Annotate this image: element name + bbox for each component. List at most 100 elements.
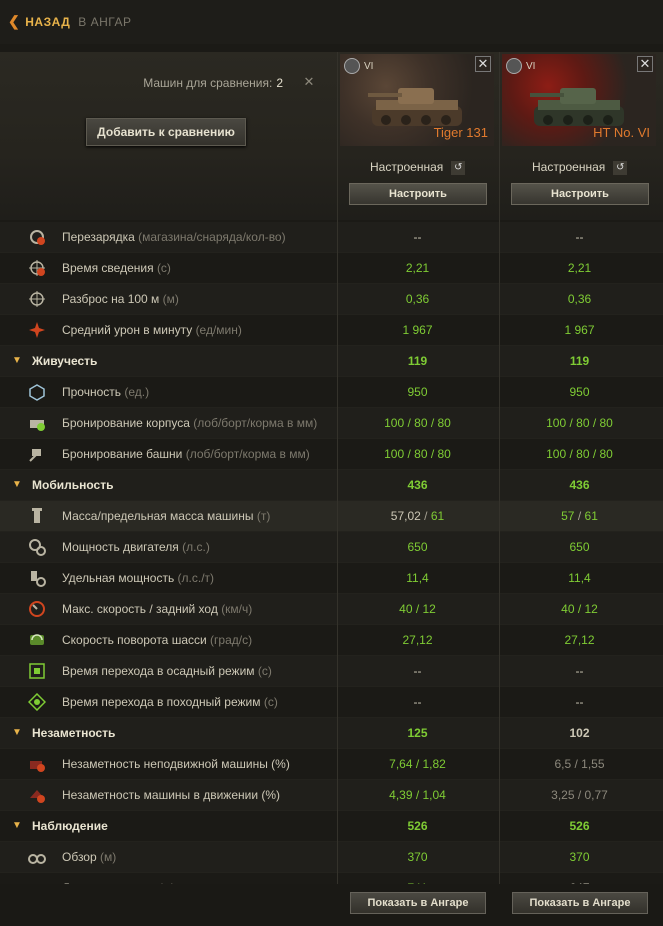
stat-row: Удельная мощность (л.с./т) 11,4 11,4	[0, 563, 663, 594]
speed-icon	[29, 601, 45, 617]
stat-name: Перезарядка	[62, 230, 135, 244]
show-in-hangar-button[interactable]: Показать в Ангаре	[512, 892, 648, 914]
stat-value-tank-1: 57,02 / 61	[390, 509, 445, 523]
stat-row: Скорость поворота шасси (град/с) 27,12 27,…	[0, 625, 663, 656]
config-state: Настроенная ↺	[532, 160, 628, 175]
compare-header: Машин для сравнения: 2 ✕ Добавить к сравн…	[0, 52, 663, 220]
stat-name: Макс. скорость / задний ход	[62, 602, 218, 616]
section-header[interactable]: ▼ Незаметность 125 102	[0, 718, 663, 749]
back-label: НАЗАД	[25, 14, 71, 29]
stat-label: Обзор (м)	[62, 850, 116, 864]
stat-label: Бронирование башни (лоб/борт/корма в мм)	[62, 447, 310, 461]
camo-still-icon	[30, 761, 45, 772]
show-in-hangar-button[interactable]: Показать в Ангаре	[350, 892, 486, 914]
aim-time-icon	[29, 260, 45, 276]
stat-label: Время сведения (с)	[62, 261, 171, 275]
tier-label: VI	[364, 60, 374, 72]
stat-unit: (ед.)	[124, 385, 150, 399]
stat-value-tank-2: 11,4	[568, 571, 591, 585]
stat-value-tank-2: --	[575, 695, 584, 709]
tank-name: HT No. VI	[593, 125, 650, 140]
tank-tier: VI	[506, 58, 535, 74]
tank-card[interactable]: VI ✕ HT No. VI	[502, 54, 656, 146]
stat-unit: (км/ч)	[221, 602, 253, 616]
reset-icon[interactable]: ↺	[613, 160, 628, 175]
reset-icon[interactable]: ↺	[451, 160, 466, 175]
stat-row: Время перехода в осадный режим (с) -- --	[0, 656, 663, 687]
siege-mode-icon	[29, 663, 45, 679]
stat-label: Мощность двигателя (л.с.)	[62, 540, 210, 554]
setup-button[interactable]: Настроить	[349, 183, 487, 205]
top-bar: ❮ НАЗАД В АНГАР	[0, 0, 663, 44]
stat-name: Время перехода в походный режим	[62, 695, 261, 709]
config-state-label: Настроенная	[532, 160, 606, 174]
section-header[interactable]: ▼ Наблюдение 526 526	[0, 811, 663, 842]
stat-unit: (ед/мин)	[195, 323, 242, 337]
stat-label: Бронирование корпуса (лоб/борт/корма в м…	[62, 416, 317, 430]
stat-name: Удельная мощность	[62, 571, 175, 585]
tank-card[interactable]: VI ✕ Tiger 131	[340, 54, 494, 146]
stat-unit: (м)	[162, 292, 179, 306]
stat-value-tank-2: 27,12	[564, 633, 595, 647]
stats-table: Перезарядка (магазина/снаряда/кол-во) -- -…	[0, 222, 663, 904]
stat-value-tank-2: 100 / 80 / 80	[546, 416, 613, 430]
section-header[interactable]: ▼ Живучесть 119 119	[0, 346, 663, 377]
add-to-compare-button[interactable]: Добавить к сравнению	[86, 118, 246, 146]
stat-unit: (лоб/борт/корма в мм)	[185, 447, 310, 461]
stat-label: Перезарядка (магазина/снаряда/кол-во)	[62, 230, 286, 244]
stat-value-tank-1: --	[413, 230, 422, 244]
stat-row: Мощность двигателя (л.с.) 650 650	[0, 532, 663, 563]
chevron-down-icon[interactable]: ▼	[12, 479, 22, 490]
stat-value-tank-2: 3,25 / 0,77	[551, 788, 608, 802]
section-title: Живучесть	[32, 354, 98, 368]
setup-button[interactable]: Настроить	[511, 183, 649, 205]
stat-row: Прочность (ед.) 950 950	[0, 377, 663, 408]
stat-label: Время перехода в походный режим (с)	[62, 695, 278, 709]
camo-move-icon	[30, 790, 45, 803]
stat-value-tank-2: 1 967	[564, 323, 595, 337]
section-title: Незаметность	[32, 726, 116, 740]
stat-value-tank-2: 119	[569, 354, 590, 368]
stat-row: Разброс на 100 м (м) 0,36 0,36	[0, 284, 663, 315]
compare-count-value: 2	[276, 76, 283, 90]
stat-label: Макс. скорость / задний ход (км/ч)	[62, 602, 252, 616]
power-ratio-icon	[31, 571, 46, 587]
compare-count-label: Машин для сравнения:	[143, 76, 273, 90]
stat-label: Незаметность машины в движении (%)	[62, 788, 280, 802]
stat-value-tank-1: 2,21	[405, 261, 430, 275]
footer: Показать в Ангаре Показать в Ангаре	[0, 884, 663, 926]
compare-count: Машин для сравнения: 2	[143, 76, 283, 90]
stat-row: Бронирование башни (лоб/борт/корма в мм)…	[0, 439, 663, 470]
stat-label: Удельная мощность (л.с./т)	[62, 571, 214, 585]
back-button[interactable]: ❮ НАЗАД В АНГАР	[8, 13, 131, 30]
stat-unit: (м)	[100, 850, 117, 864]
remove-tank-icon[interactable]: ✕	[637, 56, 653, 72]
clear-compare-icon[interactable]: ✕	[301, 74, 317, 90]
stat-value-tank-1: 100 / 80 / 80	[384, 416, 451, 430]
stat-name: Время сведения	[62, 261, 154, 275]
stat-value-tank-1: 370	[407, 850, 428, 864]
stat-value-tank-1: 11,4	[406, 571, 429, 585]
tank-column-2: VI ✕ HT No. VI Настроенная ↺ Настроить	[499, 52, 661, 220]
stat-value-tank-2: 6,5 / 1,55	[554, 757, 605, 771]
stat-row: Незаметность машины в движении (%) 4,39 …	[0, 780, 663, 811]
chevron-down-icon[interactable]: ▼	[12, 820, 22, 831]
traverse-icon	[30, 634, 44, 645]
tank-tier: VI	[344, 58, 373, 74]
value-part: 61	[430, 509, 445, 523]
stat-value-tank-1: 0,36	[405, 292, 430, 306]
chevron-down-icon[interactable]: ▼	[12, 727, 22, 738]
stat-name: Незаметность машины в движении (%)	[62, 788, 281, 802]
section-header[interactable]: ▼ Мобильность 436 436	[0, 470, 663, 501]
chevron-left-icon: ❮	[8, 13, 21, 29]
hp-icon	[29, 384, 45, 401]
stat-unit: (л.с.)	[182, 540, 210, 554]
remove-tank-icon[interactable]: ✕	[475, 56, 491, 72]
stat-unit: (с)	[257, 664, 272, 678]
stat-value-tank-1: 7,64 / 1,82	[389, 757, 446, 771]
stat-value-tank-1: 650	[407, 540, 428, 554]
chevron-down-icon[interactable]: ▼	[12, 355, 22, 366]
section-title: Мобильность	[32, 478, 114, 492]
stat-row: Время перехода в походный режим (с) -- --	[0, 687, 663, 718]
stat-value-tank-2: 0,36	[567, 292, 592, 306]
